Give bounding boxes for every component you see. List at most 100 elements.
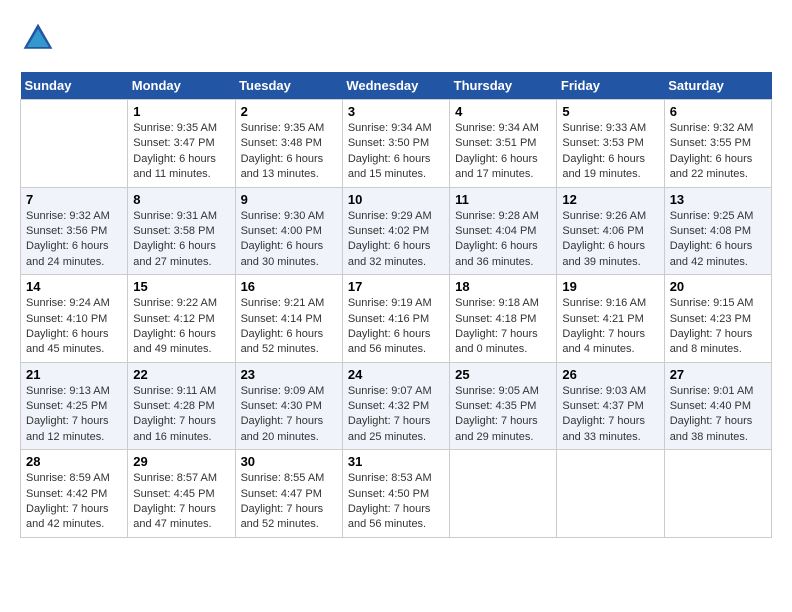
calendar-cell: 7 Sunrise: 9:32 AMSunset: 3:56 PMDaylight…	[21, 187, 128, 275]
calendar-cell: 24 Sunrise: 9:07 AMSunset: 4:32 PMDayligh…	[342, 362, 449, 450]
day-info: Sunrise: 9:11 AMSunset: 4:28 PMDaylight:…	[133, 384, 229, 446]
calendar-cell: 6 Sunrise: 9:32 AMSunset: 3:55 PMDaylight…	[664, 100, 771, 188]
weekday-header-thursday: Thursday	[450, 72, 557, 100]
day-number: 27	[670, 367, 766, 382]
day-info: Sunrise: 9:21 AMSunset: 4:14 PMDaylight:…	[241, 296, 337, 358]
day-number: 28	[26, 454, 122, 469]
day-number: 13	[670, 192, 766, 207]
day-info: Sunrise: 9:29 AMSunset: 4:02 PMDaylight:…	[348, 209, 444, 271]
day-info: Sunrise: 9:09 AMSunset: 4:30 PMDaylight:…	[241, 384, 337, 446]
weekday-header-friday: Friday	[557, 72, 664, 100]
calendar-cell: 14Sunrise: 9:24 AMSunset: 4:10 PMDayligh…	[21, 275, 128, 363]
day-info: Sunrise: 9:24 AMSunset: 4:10 PMDaylight:…	[26, 296, 122, 358]
day-info: Sunrise: 9:01 AMSunset: 4:40 PMDaylight:…	[670, 384, 766, 446]
day-number: 31	[348, 454, 444, 469]
day-number: 24	[348, 367, 444, 382]
calendar-cell: 2 Sunrise: 9:35 AMSunset: 3:48 PMDaylight…	[235, 100, 342, 188]
day-info: Sunrise: 8:53 AMSunset: 4:50 PMDaylight:…	[348, 471, 444, 533]
day-info: Sunrise: 9:18 AMSunset: 4:18 PMDaylight:…	[455, 296, 551, 358]
calendar-week-row: 28 Sunrise: 8:59 AMSunset: 4:42 PMDayligh…	[21, 450, 772, 538]
calendar-cell: 30Sunrise: 8:55 AMSunset: 4:47 PMDayligh…	[235, 450, 342, 538]
day-number: 22	[133, 367, 229, 382]
calendar-cell	[557, 450, 664, 538]
day-number: 6	[670, 104, 766, 119]
day-number: 9	[241, 192, 337, 207]
day-info: Sunrise: 9:28 AMSunset: 4:04 PMDaylight:…	[455, 209, 551, 271]
day-info: Sunrise: 9:07 AMSunset: 4:32 PMDaylight:…	[348, 384, 444, 446]
day-number: 25	[455, 367, 551, 382]
calendar-cell: 16 Sunrise: 9:21 AMSunset: 4:14 PMDayligh…	[235, 275, 342, 363]
day-info: Sunrise: 9:35 AMSunset: 3:48 PMDaylight:…	[241, 121, 337, 183]
logo-icon	[20, 20, 56, 56]
page-header	[20, 20, 772, 56]
day-info: Sunrise: 9:22 AMSunset: 4:12 PMDaylight:…	[133, 296, 229, 358]
day-number: 17	[348, 279, 444, 294]
calendar-week-row: 21Sunrise: 9:13 AMSunset: 4:25 PMDayligh…	[21, 362, 772, 450]
calendar-table: SundayMondayTuesdayWednesdayThursdayFrid…	[20, 72, 772, 538]
calendar-cell: 3 Sunrise: 9:34 AMSunset: 3:50 PMDaylight…	[342, 100, 449, 188]
calendar-cell: 13 Sunrise: 9:25 AMSunset: 4:08 PMDayligh…	[664, 187, 771, 275]
calendar-cell: 27 Sunrise: 9:01 AMSunset: 4:40 PMDayligh…	[664, 362, 771, 450]
day-info: Sunrise: 9:34 AMSunset: 3:50 PMDaylight:…	[348, 121, 444, 183]
day-number: 8	[133, 192, 229, 207]
day-number: 3	[348, 104, 444, 119]
calendar-cell: 10 Sunrise: 9:29 AMSunset: 4:02 PMDayligh…	[342, 187, 449, 275]
calendar-cell: 8Sunrise: 9:31 AMSunset: 3:58 PMDaylight…	[128, 187, 235, 275]
day-number: 20	[670, 279, 766, 294]
calendar-cell: 5 Sunrise: 9:33 AMSunset: 3:53 PMDaylight…	[557, 100, 664, 188]
calendar-cell: 1Sunrise: 9:35 AMSunset: 3:47 PMDaylight…	[128, 100, 235, 188]
calendar-cell: 21Sunrise: 9:13 AMSunset: 4:25 PMDayligh…	[21, 362, 128, 450]
calendar-cell: 29 Sunrise: 8:57 AMSunset: 4:45 PMDayligh…	[128, 450, 235, 538]
day-number: 2	[241, 104, 337, 119]
day-number: 16	[241, 279, 337, 294]
calendar-cell: 20 Sunrise: 9:15 AMSunset: 4:23 PMDayligh…	[664, 275, 771, 363]
weekday-header-sunday: Sunday	[21, 72, 128, 100]
day-number: 23	[241, 367, 337, 382]
day-number: 30	[241, 454, 337, 469]
calendar-cell: 22 Sunrise: 9:11 AMSunset: 4:28 PMDayligh…	[128, 362, 235, 450]
day-number: 7	[26, 192, 122, 207]
weekday-header-tuesday: Tuesday	[235, 72, 342, 100]
day-info: Sunrise: 9:15 AMSunset: 4:23 PMDaylight:…	[670, 296, 766, 358]
day-info: Sunrise: 9:33 AMSunset: 3:53 PMDaylight:…	[562, 121, 658, 183]
weekday-header-monday: Monday	[128, 72, 235, 100]
calendar-cell: 12 Sunrise: 9:26 AMSunset: 4:06 PMDayligh…	[557, 187, 664, 275]
day-info: Sunrise: 9:32 AMSunset: 3:56 PMDaylight:…	[26, 209, 122, 271]
day-info: Sunrise: 9:25 AMSunset: 4:08 PMDaylight:…	[670, 209, 766, 271]
day-number: 18	[455, 279, 551, 294]
day-number: 11	[455, 192, 551, 207]
day-number: 26	[562, 367, 658, 382]
weekday-header-saturday: Saturday	[664, 72, 771, 100]
calendar-cell: 25 Sunrise: 9:05 AMSunset: 4:35 PMDayligh…	[450, 362, 557, 450]
calendar-week-row: 14Sunrise: 9:24 AMSunset: 4:10 PMDayligh…	[21, 275, 772, 363]
day-number: 19	[562, 279, 658, 294]
day-info: Sunrise: 9:03 AMSunset: 4:37 PMDaylight:…	[562, 384, 658, 446]
calendar-week-row: 7 Sunrise: 9:32 AMSunset: 3:56 PMDaylight…	[21, 187, 772, 275]
day-number: 5	[562, 104, 658, 119]
day-info: Sunrise: 9:05 AMSunset: 4:35 PMDaylight:…	[455, 384, 551, 446]
day-number: 10	[348, 192, 444, 207]
day-info: Sunrise: 8:59 AMSunset: 4:42 PMDaylight:…	[26, 471, 122, 533]
day-number: 29	[133, 454, 229, 469]
calendar-cell: 4Sunrise: 9:34 AMSunset: 3:51 PMDaylight…	[450, 100, 557, 188]
day-number: 1	[133, 104, 229, 119]
calendar-cell: 31 Sunrise: 8:53 AMSunset: 4:50 PMDayligh…	[342, 450, 449, 538]
day-number: 12	[562, 192, 658, 207]
day-info: Sunrise: 9:26 AMSunset: 4:06 PMDaylight:…	[562, 209, 658, 271]
calendar-cell	[450, 450, 557, 538]
weekday-header-wednesday: Wednesday	[342, 72, 449, 100]
day-info: Sunrise: 9:30 AMSunset: 4:00 PMDaylight:…	[241, 209, 337, 271]
calendar-week-row: 1Sunrise: 9:35 AMSunset: 3:47 PMDaylight…	[21, 100, 772, 188]
day-info: Sunrise: 9:13 AMSunset: 4:25 PMDaylight:…	[26, 384, 122, 446]
logo	[20, 20, 60, 56]
day-info: Sunrise: 9:32 AMSunset: 3:55 PMDaylight:…	[670, 121, 766, 183]
day-info: Sunrise: 9:16 AMSunset: 4:21 PMDaylight:…	[562, 296, 658, 358]
day-number: 4	[455, 104, 551, 119]
calendar-cell: 9 Sunrise: 9:30 AMSunset: 4:00 PMDaylight…	[235, 187, 342, 275]
calendar-cell: 26 Sunrise: 9:03 AMSunset: 4:37 PMDayligh…	[557, 362, 664, 450]
day-number: 15	[133, 279, 229, 294]
calendar-cell: 18 Sunrise: 9:18 AMSunset: 4:18 PMDayligh…	[450, 275, 557, 363]
day-info: Sunrise: 8:57 AMSunset: 4:45 PMDaylight:…	[133, 471, 229, 533]
calendar-cell	[21, 100, 128, 188]
weekday-header-row: SundayMondayTuesdayWednesdayThursdayFrid…	[21, 72, 772, 100]
